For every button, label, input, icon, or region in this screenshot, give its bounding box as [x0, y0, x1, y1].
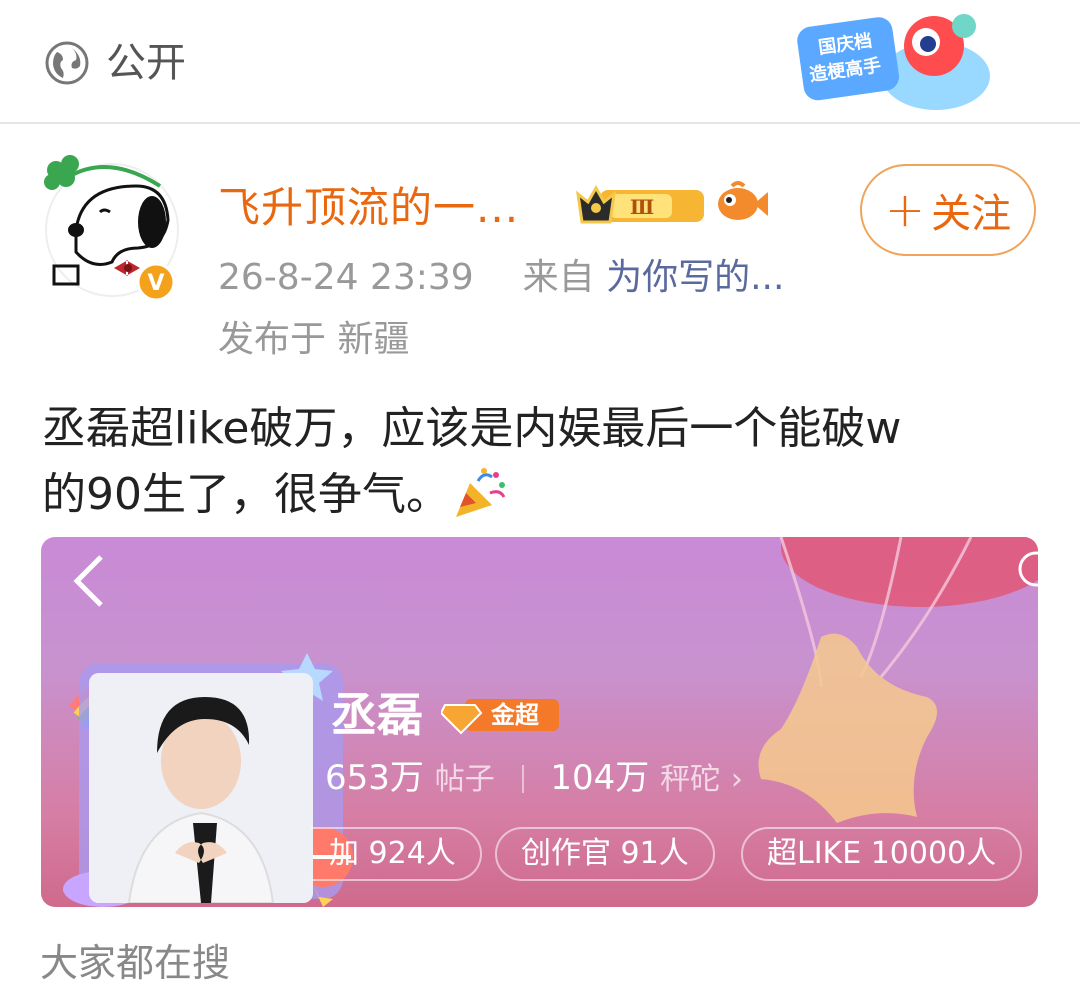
- trending-search-heading: 大家都在搜: [40, 941, 231, 985]
- username[interactable]: 飞升顶流的一...: [218, 180, 519, 236]
- weights-count: 104万: [550, 758, 650, 798]
- visibility-bar: 公开 国庆档 造梗高手: [0, 0, 1080, 124]
- portrait-image: [89, 673, 313, 903]
- pill-super-like[interactable]: 超LIKE 10000人: [741, 827, 1023, 881]
- avatar[interactable]: V: [40, 150, 182, 300]
- post-location: 发布于 新疆: [218, 319, 410, 360]
- follow-label: 关注: [931, 191, 1012, 237]
- card-stats[interactable]: 653万 帖子 104万 秤砣 ›: [325, 753, 743, 805]
- plus-icon: +: [884, 182, 926, 238]
- badge-label: 金超: [491, 701, 539, 729]
- post-text-line: 丞磊超like破万，应该是内娱最后一个能破w: [42, 403, 902, 454]
- post-time: 26-8-24 23:39: [218, 257, 474, 298]
- visibility-label: 公开: [106, 40, 186, 86]
- from-label: 来自: [522, 257, 595, 298]
- fish-badge-icon[interactable]: [714, 180, 770, 226]
- party-popper-icon: [456, 468, 506, 517]
- post-text[interactable]: 丞磊超like破万，应该是内娱最后一个能破w 的90生了，很争气。: [42, 396, 1042, 528]
- pill-creator[interactable]: 创作官 91人: [495, 827, 715, 881]
- celebrity-name[interactable]: 丞磊: [331, 687, 423, 743]
- post-meta: 26-8-24 23:39 来自 为你写的...: [218, 254, 784, 302]
- globe-icon: [45, 41, 89, 85]
- posts-count: 653万: [325, 758, 424, 798]
- follow-button[interactable]: + 关注: [860, 164, 1036, 256]
- chevron-right-icon: ›: [730, 762, 743, 797]
- svg-text:V: V: [147, 271, 164, 296]
- crown-level-icon[interactable]: Ⅲ: [574, 180, 706, 230]
- celebrity-photo[interactable]: [89, 673, 313, 903]
- posts-label: 帖子: [434, 762, 495, 797]
- embedded-card[interactable]: 丞磊 金超 653万 帖子 104万 秤砣 › 加 924人 创作官 91人 超…: [41, 537, 1038, 907]
- svg-text:Ⅲ: Ⅲ: [630, 195, 654, 219]
- divider: [521, 765, 524, 793]
- weights-label: 秤砣: [660, 762, 721, 797]
- promo-badge-icon[interactable]: 国庆档 造梗高手: [786, 6, 992, 118]
- post-source[interactable]: 为你写的...: [606, 257, 784, 298]
- back-chevron-icon[interactable]: [69, 551, 109, 611]
- pill-join[interactable]: 加 924人: [311, 827, 482, 881]
- post-text-line: 的90生了，很争气。: [42, 469, 450, 520]
